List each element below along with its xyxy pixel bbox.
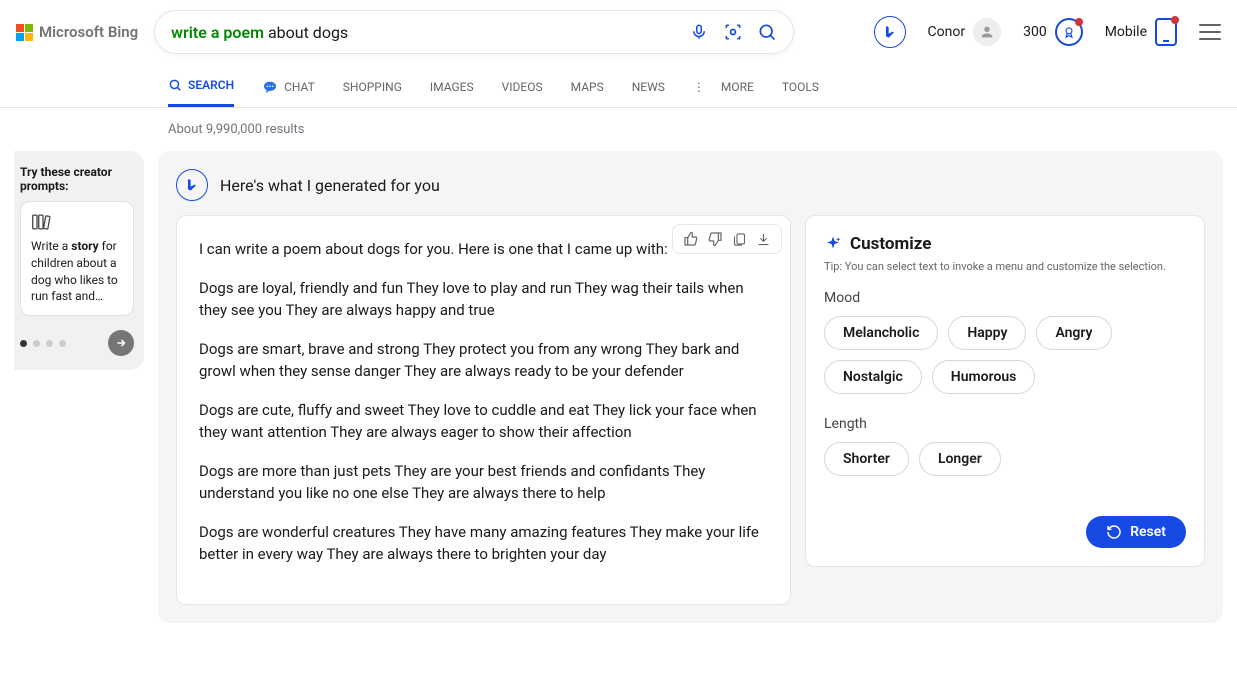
- thumbs-down-icon[interactable]: [705, 229, 725, 249]
- creator-prompt-card[interactable]: Write a story for children about a dog w…: [20, 201, 134, 316]
- mood-happy[interactable]: Happy: [948, 316, 1026, 350]
- carousel-next-button[interactable]: [108, 330, 134, 356]
- length-longer[interactable]: Longer: [919, 442, 1001, 476]
- nav-tabs: SEARCH CHAT SHOPPING IMAGES VIDEOS MAPS …: [0, 64, 1237, 108]
- rewards-points[interactable]: 300: [1023, 18, 1083, 46]
- gen-p1: Dogs are loyal, friendly and fun They lo…: [199, 277, 768, 322]
- mood-angry[interactable]: Angry: [1036, 316, 1111, 350]
- creator-prompts-panel: Try these creator prompts: Write a story…: [14, 151, 144, 370]
- customize-tip: Tip: You can select text to invoke a men…: [824, 260, 1186, 274]
- header: Microsoft Bing write a poem about dogs C…: [0, 0, 1237, 64]
- length-label: Length: [824, 416, 1186, 432]
- thumbs-up-icon[interactable]: [681, 229, 701, 249]
- user-account[interactable]: Conor: [928, 18, 1002, 46]
- tab-more[interactable]: ⋮ MORE: [693, 70, 754, 107]
- tab-news[interactable]: NEWS: [632, 70, 665, 107]
- gen-p4: Dogs are more than just pets They are yo…: [199, 460, 768, 505]
- carousel-dots: [20, 330, 134, 356]
- length-pills: Shorter Longer: [824, 442, 1186, 476]
- customize-title: Customize: [850, 234, 931, 254]
- lens-icon[interactable]: [723, 22, 743, 42]
- search-box[interactable]: write a poem about dogs: [154, 10, 794, 54]
- customize-panel: Customize Tip: You can select text to in…: [805, 215, 1205, 567]
- notification-dot-icon: [1171, 16, 1179, 24]
- download-icon[interactable]: [753, 229, 773, 249]
- generated-heading: Here's what I generated for you: [220, 176, 440, 195]
- dot-4[interactable]: [59, 340, 66, 347]
- dot-3[interactable]: [46, 340, 53, 347]
- mood-label: Mood: [824, 290, 1186, 306]
- bing-logo[interactable]: Microsoft Bing: [16, 23, 138, 41]
- mobile-link[interactable]: Mobile: [1105, 18, 1177, 46]
- mood-melancholic[interactable]: Melancholic: [824, 316, 938, 350]
- search-icon[interactable]: [757, 22, 777, 42]
- mood-nostalgic[interactable]: Nostalgic: [824, 360, 922, 394]
- notification-dot-icon: [1075, 18, 1083, 26]
- mic-icon[interactable]: [689, 22, 709, 42]
- bing-icon: [176, 169, 208, 201]
- generated-content-card: I can write a poem about dogs for you. H…: [176, 215, 791, 605]
- gen-p2: Dogs are smart, brave and strong They pr…: [199, 338, 768, 383]
- tab-search[interactable]: SEARCH: [168, 70, 234, 107]
- tab-images[interactable]: IMAGES: [430, 70, 474, 107]
- tab-shopping[interactable]: SHOPPING: [343, 70, 402, 107]
- mobile-label: Mobile: [1105, 24, 1147, 40]
- bing-chat-icon[interactable]: [874, 16, 906, 48]
- results-count: About 9,990,000 results: [0, 108, 1237, 151]
- length-shorter[interactable]: Shorter: [824, 442, 909, 476]
- points-count: 300: [1023, 24, 1047, 40]
- tab-videos[interactable]: VIDEOS: [502, 70, 543, 107]
- avatar-icon: [973, 18, 1001, 46]
- user-name: Conor: [928, 24, 966, 40]
- mood-pills: Melancholic Happy Angry Nostalgic Humoro…: [824, 316, 1186, 394]
- generated-panel: Here's what I generated for you I can wr…: [158, 151, 1223, 623]
- copy-icon[interactable]: [729, 229, 749, 249]
- logo-text: Microsoft Bing: [39, 23, 138, 41]
- search-query[interactable]: write a poem about dogs: [171, 23, 677, 42]
- book-icon: [31, 212, 123, 232]
- creator-title: Try these creator prompts:: [20, 165, 134, 193]
- reset-button[interactable]: Reset: [1086, 516, 1186, 548]
- medal-icon: [1055, 18, 1083, 46]
- content-actions: [672, 224, 782, 254]
- sparkle-icon: [824, 235, 842, 253]
- dot-2[interactable]: [33, 340, 40, 347]
- gen-p3: Dogs are cute, fluffy and sweet They lov…: [199, 399, 768, 444]
- microsoft-logo-icon: [16, 24, 33, 41]
- menu-icon[interactable]: [1199, 24, 1221, 40]
- tab-maps[interactable]: MAPS: [571, 70, 604, 107]
- gen-p5: Dogs are wonderful creatures They have m…: [199, 521, 768, 566]
- mood-humorous[interactable]: Humorous: [932, 360, 1036, 394]
- tab-chat[interactable]: CHAT: [262, 70, 315, 107]
- phone-icon: [1155, 18, 1177, 46]
- tab-tools[interactable]: TOOLS: [782, 70, 819, 107]
- dot-1[interactable]: [20, 340, 27, 347]
